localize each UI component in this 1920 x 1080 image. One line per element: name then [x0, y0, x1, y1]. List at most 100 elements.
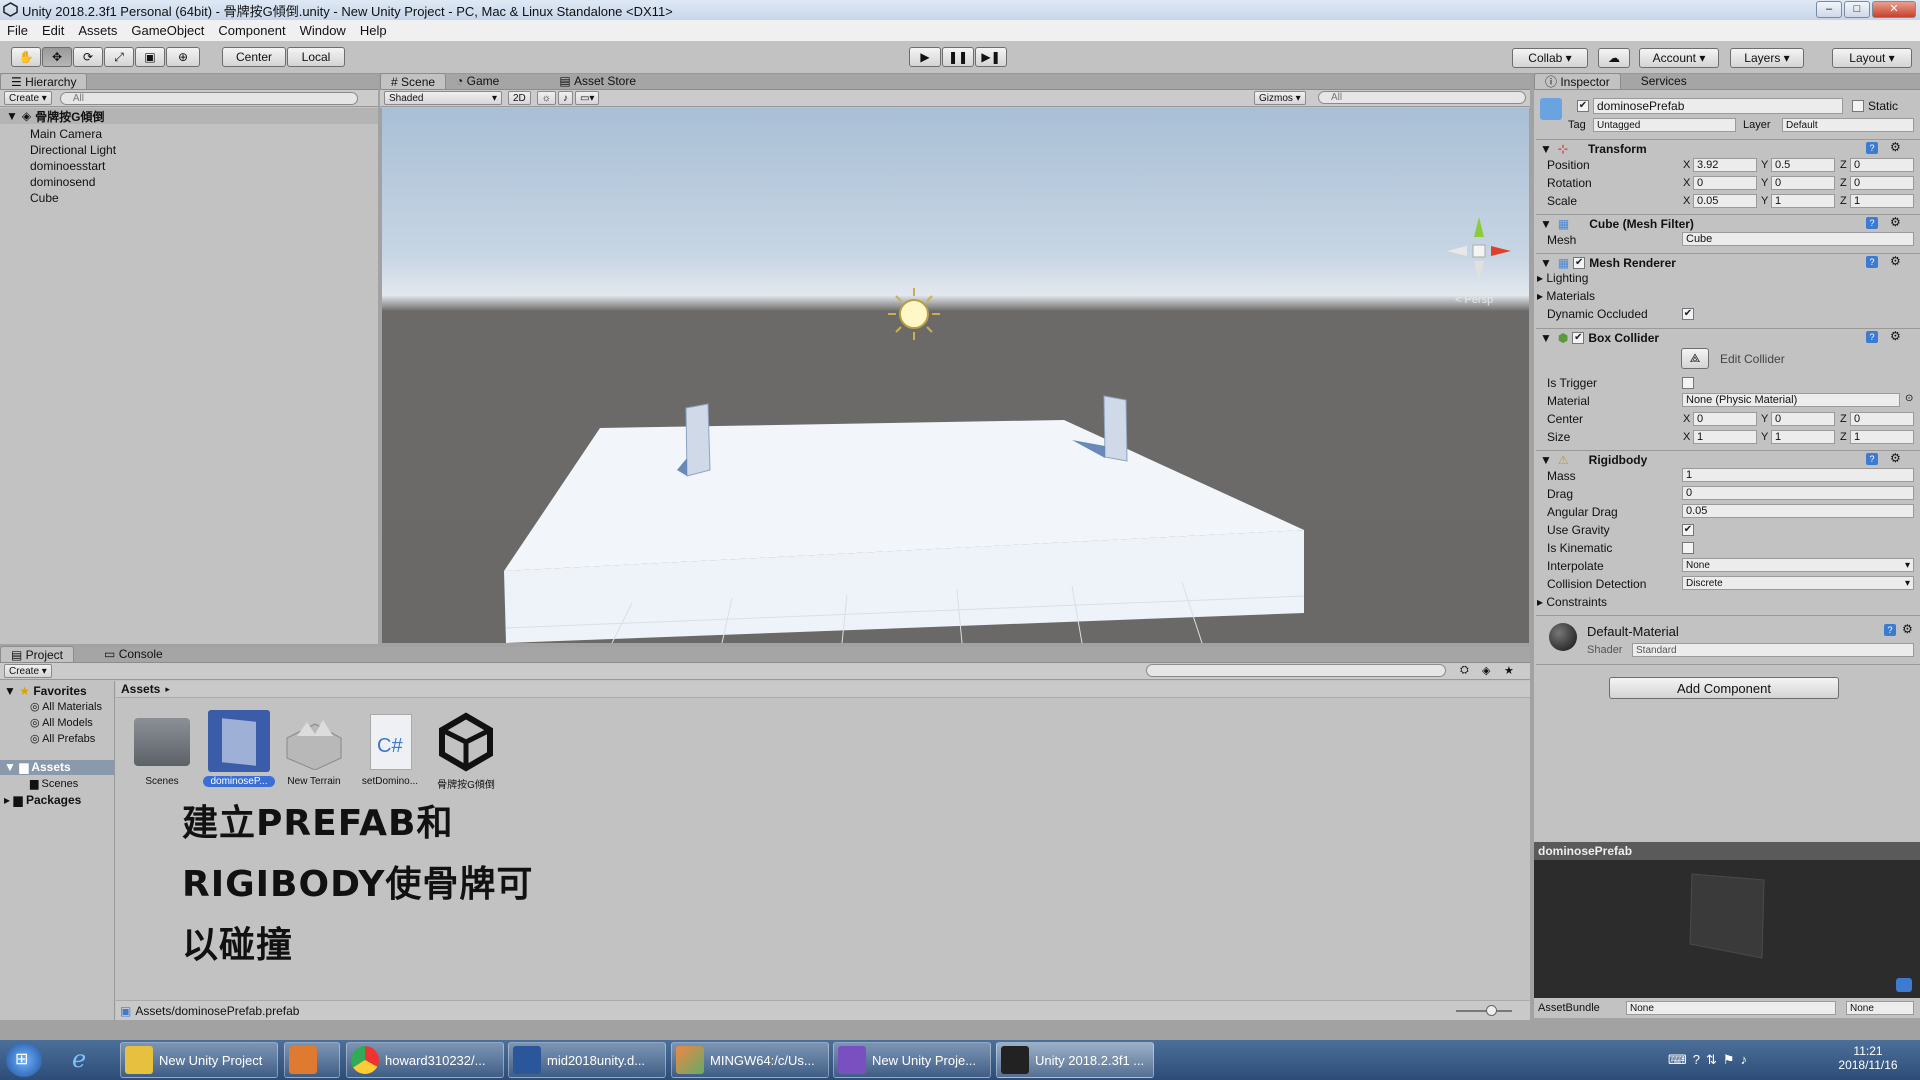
scene-viewport[interactable]: < Persp	[382, 108, 1529, 643]
lighting-foldout[interactable]: ▸ Lighting	[1537, 271, 1588, 285]
menu-help[interactable]: Help	[353, 23, 394, 38]
gear-icon[interactable]: ⚙	[1902, 622, 1913, 636]
menu-assets[interactable]: Assets	[71, 23, 124, 38]
tab-hierarchy[interactable]: ☰ Hierarchy	[0, 73, 88, 89]
audio-toggle[interactable]: ♪	[557, 91, 573, 105]
assetbundle-variant-dropdown[interactable]: None	[1846, 1001, 1914, 1015]
taskbar-item-word[interactable]: mid2018unity.d...	[508, 1042, 666, 1078]
label-icon[interactable]: ◈	[1482, 664, 1490, 677]
persp-label[interactable]: < Persp	[1455, 294, 1493, 306]
rigidbody-header[interactable]: ▼ ⚠ Rigidbody	[1536, 450, 1920, 468]
rotation-y-field[interactable]: 0	[1771, 176, 1835, 190]
tab-asset-store[interactable]: ▤ Asset Store	[549, 73, 646, 89]
hierarchy-item-dominosend[interactable]: dominosend	[30, 175, 95, 189]
center-x-field[interactable]: 0	[1693, 412, 1757, 426]
gear-icon[interactable]: ⚙	[1890, 329, 1901, 343]
mesh-field[interactable]: Cube	[1682, 232, 1914, 246]
mesh-renderer-header[interactable]: ▼ ▦ ✔ Mesh Renderer	[1536, 253, 1920, 271]
layers-dropdown[interactable]: Layers ▾	[1730, 48, 1804, 68]
hierarchy-item-cube[interactable]: Cube	[30, 191, 59, 205]
scene-search-input[interactable]: All	[1318, 91, 1526, 104]
rotate-tool-button[interactable]: ⟳	[73, 47, 103, 67]
transform-header[interactable]: ▼ ⊹ Transform	[1536, 139, 1920, 157]
orientation-gizmo[interactable]	[1447, 217, 1511, 281]
use-gravity-checkbox[interactable]: ✔	[1682, 524, 1694, 536]
fav-all-materials[interactable]: ◎ All Materials	[30, 700, 102, 713]
preview-area[interactable]	[1534, 860, 1920, 998]
cloud-button[interactable]: ☁	[1598, 48, 1630, 68]
help-icon[interactable]: ?	[1866, 331, 1878, 343]
rect-tool-button[interactable]: ▣	[135, 47, 165, 67]
angular-drag-field[interactable]: 0.05	[1682, 504, 1914, 518]
start-button[interactable]: ⊞	[6, 1043, 42, 1077]
materials-foldout[interactable]: ▸ Materials	[1537, 289, 1595, 303]
play-button[interactable]: ▶	[909, 47, 941, 67]
2d-toggle[interactable]: 2D	[508, 91, 531, 105]
filter-type-icon[interactable]: ⛭	[1460, 664, 1469, 677]
minimize-button[interactable]: ‒	[1816, 1, 1842, 18]
ie-icon[interactable]: ℯ	[72, 1045, 104, 1075]
scale-y-field[interactable]: 1	[1771, 194, 1835, 208]
taskbar-item-media[interactable]	[284, 1042, 340, 1078]
interpolate-dropdown[interactable]: None ▾	[1682, 558, 1914, 572]
effects-dropdown[interactable]: ▭▾	[574, 91, 600, 105]
rotation-z-field[interactable]: 0	[1850, 176, 1914, 190]
gear-icon[interactable]: ⚙	[1890, 254, 1901, 268]
clock[interactable]: 11:21 2018/11/16	[1828, 1044, 1908, 1072]
menu-component[interactable]: Component	[211, 23, 292, 38]
hierarchy-item-main-camera[interactable]: Main Camera	[30, 127, 102, 141]
assets-folder[interactable]: ▼ ▆ Assets	[0, 760, 114, 775]
edit-collider-button[interactable]: ⟁	[1681, 348, 1709, 369]
menu-gameobject[interactable]: GameObject	[124, 23, 211, 38]
taskbar-item-unity[interactable]: Unity 2018.2.3f1 ...	[996, 1042, 1154, 1078]
prefab-thumb-selected[interactable]	[208, 710, 270, 772]
help-icon[interactable]: ?	[1884, 624, 1896, 636]
favorites-folder[interactable]: ▼ ★ Favorites	[4, 684, 87, 698]
object-name-input[interactable]: dominosePrefab	[1593, 98, 1843, 114]
hierarchy-item-directional-light[interactable]: Directional Light	[30, 143, 116, 157]
help-icon[interactable]: ?	[1866, 453, 1878, 465]
mass-field[interactable]: 1	[1682, 468, 1914, 482]
move-tool-button[interactable]: ✥	[42, 47, 72, 67]
hierarchy-item-dominoesstart[interactable]: dominoesstart	[30, 159, 105, 173]
scale-z-field[interactable]: 1	[1850, 194, 1914, 208]
scenes-folder[interactable]: ▆ Scenes	[30, 777, 78, 790]
gear-icon[interactable]: ⚙	[1890, 451, 1901, 465]
is-kinematic-checkbox[interactable]	[1682, 542, 1694, 554]
constraints-foldout[interactable]: ▸ Constraints	[1537, 595, 1607, 609]
hierarchy-create-button[interactable]: Create ▾	[4, 91, 52, 105]
gear-icon[interactable]: ⚙	[1890, 140, 1901, 154]
tag-dropdown[interactable]: Untagged	[1593, 118, 1736, 132]
favorite-star-icon[interactable]: ★	[1504, 664, 1514, 677]
menu-window[interactable]: Window	[293, 23, 353, 38]
help-icon[interactable]: ?	[1866, 256, 1878, 268]
scene-asset-thumb[interactable]	[436, 712, 496, 772]
scale-x-field[interactable]: 0.05	[1693, 194, 1757, 208]
assetbundle-dropdown[interactable]: None	[1626, 1001, 1836, 1015]
physic-material-field[interactable]: None (Physic Material)	[1682, 393, 1900, 407]
tab-inspector[interactable]: ⓘ Inspector	[1534, 73, 1621, 89]
mesh-renderer-checkbox[interactable]: ✔	[1573, 256, 1586, 269]
pivot-center-button[interactable]: Center	[222, 47, 286, 67]
center-y-field[interactable]: 0	[1771, 412, 1835, 426]
box-collider-header[interactable]: ▼ ⬢ ✔ Box Collider	[1536, 328, 1920, 346]
position-x-field[interactable]: 3.92	[1693, 158, 1757, 172]
tab-project[interactable]: ▤ Project	[0, 646, 75, 662]
taskbar-item-chrome[interactable]: howard310232/...	[346, 1042, 504, 1078]
tab-game[interactable]: ◔ Game	[446, 73, 509, 89]
tab-scene[interactable]: # Scene	[380, 73, 447, 89]
box-collider-checkbox[interactable]: ✔	[1572, 331, 1585, 344]
layer-dropdown[interactable]: Default	[1782, 118, 1914, 132]
gizmos-dropdown[interactable]: Gizmos ▾	[1254, 91, 1306, 105]
fav-all-models[interactable]: ◎ All Models	[30, 716, 93, 729]
packages-folder[interactable]: ▸ ▆ Packages	[4, 793, 81, 807]
object-picker-icon[interactable]: ⊙	[1905, 393, 1913, 404]
slider-handle[interactable]	[1486, 1005, 1497, 1016]
step-button[interactable]: ▶❚	[975, 47, 1007, 67]
is-trigger-checkbox[interactable]	[1682, 377, 1694, 389]
account-dropdown[interactable]: Account ▾	[1639, 48, 1719, 68]
dynamic-occluded-checkbox[interactable]: ✔	[1682, 308, 1694, 320]
center-z-field[interactable]: 0	[1850, 412, 1914, 426]
size-x-field[interactable]: 1	[1693, 430, 1757, 444]
position-z-field[interactable]: 0	[1850, 158, 1914, 172]
